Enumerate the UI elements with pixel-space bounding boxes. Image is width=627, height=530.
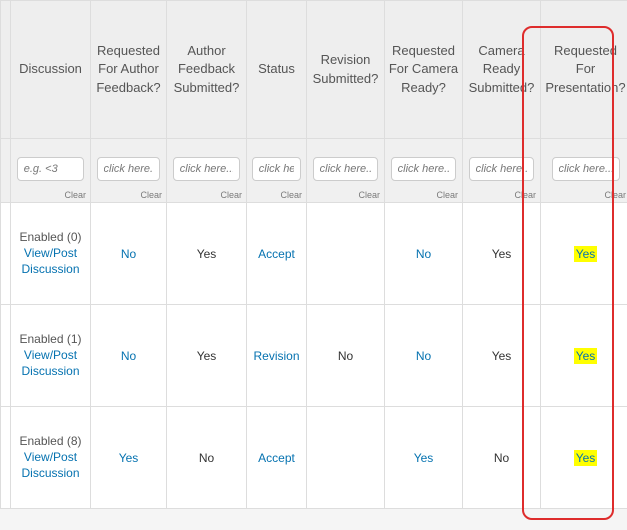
header-status[interactable]: Status <box>247 1 307 139</box>
view-post-discussion-link[interactable]: View/Post Discussion <box>13 348 88 379</box>
filter-cell-rev-sub: Clear <box>307 139 385 203</box>
cell-camera-sub: Yes <box>463 203 541 305</box>
header-req-presentation[interactable]: Requested For Presentation? <box>541 1 627 139</box>
filter-row: Clear Clear Clear Clear Clear Clear <box>1 139 627 203</box>
cell-author-fb-sub: No <box>167 407 247 509</box>
req-pres-value[interactable]: Yes <box>574 246 598 262</box>
cell-req-author-fb: Yes <box>91 407 167 509</box>
clear-filter-status[interactable]: Clear <box>280 190 302 200</box>
filter-cell-discussion: Clear <box>11 139 91 203</box>
filter-stub-left <box>1 139 11 203</box>
clear-filter-rev-sub[interactable]: Clear <box>358 190 380 200</box>
header-author-feedback-submitted[interactable]: Author Feedback Submitted? <box>167 1 247 139</box>
header-camera-ready-submitted[interactable]: Camera Ready Submitted? <box>463 1 541 139</box>
cell-req-camera: No <box>385 305 463 407</box>
req-pres-value[interactable]: Yes <box>574 450 598 466</box>
header-discussion[interactable]: Discussion <box>11 1 91 139</box>
req-camera-value[interactable]: No <box>416 247 431 261</box>
status-value[interactable]: Accept <box>258 451 295 465</box>
filter-cell-status: Clear <box>247 139 307 203</box>
row-stub-left <box>1 407 11 509</box>
filter-cell-req-pres: Clear <box>541 139 627 203</box>
filter-input-req-pres[interactable] <box>552 157 620 181</box>
cell-camera-sub: Yes <box>463 305 541 407</box>
cell-req-pres: Yes <box>541 203 627 305</box>
cell-status: Accept <box>247 203 307 305</box>
clear-filter-req-pres[interactable]: Clear <box>604 190 626 200</box>
header-row: Discussion Requested For Author Feedback… <box>1 1 627 139</box>
req-pres-value[interactable]: Yes <box>574 348 598 364</box>
header-revision-submitted[interactable]: Revision Submitted? <box>307 1 385 139</box>
cell-camera-sub: No <box>463 407 541 509</box>
view-post-discussion-link[interactable]: View/Post Discussion <box>13 450 88 481</box>
cell-req-pres: Yes <box>541 407 627 509</box>
filter-cell-author-fb: Clear <box>167 139 247 203</box>
req-author-fb-value[interactable]: No <box>121 247 136 261</box>
filter-input-req-camera[interactable] <box>391 157 457 181</box>
camera-sub-value: Yes <box>492 349 512 363</box>
cell-status: Revision <box>247 305 307 407</box>
header-stub-left <box>1 1 11 139</box>
clear-filter-req-camera[interactable]: Clear <box>436 190 458 200</box>
req-author-fb-value[interactable]: Yes <box>119 451 139 465</box>
cell-req-author-fb: No <box>91 203 167 305</box>
author-fb-sub-value: Yes <box>197 247 217 261</box>
filter-input-author-fb[interactable] <box>173 157 241 181</box>
camera-sub-value: No <box>494 451 509 465</box>
submissions-table: Discussion Requested For Author Feedback… <box>0 0 627 509</box>
filter-input-status[interactable] <box>252 157 302 181</box>
cell-status: Accept <box>247 407 307 509</box>
author-fb-sub-value: No <box>199 451 214 465</box>
filter-cell-req-author: Clear <box>91 139 167 203</box>
cell-author-fb-sub: Yes <box>167 203 247 305</box>
clear-filter-discussion[interactable]: Clear <box>64 190 86 200</box>
cell-rev-sub: No <box>307 305 385 407</box>
clear-filter-camera-sub[interactable]: Clear <box>514 190 536 200</box>
enabled-count: Enabled (0) <box>13 230 88 244</box>
cell-discussion: Enabled (0) View/Post Discussion <box>11 203 91 305</box>
filter-cell-req-camera: Clear <box>385 139 463 203</box>
enabled-count: Enabled (1) <box>13 332 88 346</box>
cell-req-camera: Yes <box>385 407 463 509</box>
req-camera-value[interactable]: No <box>416 349 431 363</box>
header-req-camera-ready[interactable]: Requested For Camera Ready? <box>385 1 463 139</box>
cell-discussion: Enabled (8) View/Post Discussion <box>11 407 91 509</box>
camera-sub-value: Yes <box>492 247 512 261</box>
view-post-discussion-link[interactable]: View/Post Discussion <box>13 246 88 277</box>
table-row: Enabled (1) View/Post Discussion No Yes … <box>1 305 627 407</box>
cell-req-author-fb: No <box>91 305 167 407</box>
cell-author-fb-sub: Yes <box>167 305 247 407</box>
filter-input-discussion[interactable] <box>17 157 85 181</box>
req-author-fb-value[interactable]: No <box>121 349 136 363</box>
author-fb-sub-value: Yes <box>197 349 217 363</box>
filter-input-camera-sub[interactable] <box>469 157 535 181</box>
cell-req-camera: No <box>385 203 463 305</box>
filter-input-req-author[interactable] <box>97 157 161 181</box>
enabled-count: Enabled (8) <box>13 434 88 448</box>
table-row: Enabled (0) View/Post Discussion No Yes … <box>1 203 627 305</box>
status-value[interactable]: Accept <box>258 247 295 261</box>
status-value[interactable]: Revision <box>253 349 299 363</box>
cell-rev-sub <box>307 203 385 305</box>
clear-filter-req-author[interactable]: Clear <box>140 190 162 200</box>
cell-req-pres: Yes <box>541 305 627 407</box>
clear-filter-author-fb[interactable]: Clear <box>220 190 242 200</box>
cell-rev-sub <box>307 407 385 509</box>
header-req-author-feedback[interactable]: Requested For Author Feedback? <box>91 1 167 139</box>
filter-cell-camera-sub: Clear <box>463 139 541 203</box>
cell-discussion: Enabled (1) View/Post Discussion <box>11 305 91 407</box>
row-stub-left <box>1 305 11 407</box>
req-camera-value[interactable]: Yes <box>414 451 434 465</box>
table-row: Enabled (8) View/Post Discussion Yes No … <box>1 407 627 509</box>
rev-sub-value: No <box>338 349 353 363</box>
row-stub-left <box>1 203 11 305</box>
filter-input-rev-sub[interactable] <box>313 157 379 181</box>
